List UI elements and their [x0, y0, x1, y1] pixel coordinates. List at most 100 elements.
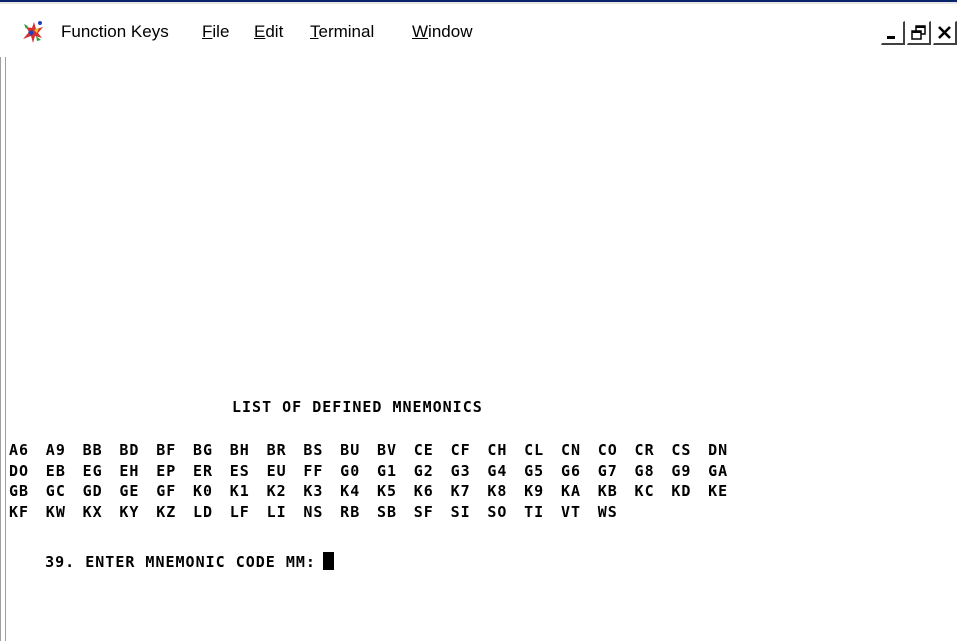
menu-window[interactable]: Window — [412, 22, 472, 42]
mnemonic-code: GE — [119, 482, 140, 500]
mnemonic-code: KF — [9, 502, 30, 521]
mnemonic-code: GC — [45, 482, 66, 500]
mnemonic-code: KE — [708, 482, 729, 500]
menu-edit-rest: dit — [265, 22, 284, 41]
mnemonic-row: DO EB EG EH EP ER ES EU FF G0 G1 G2 G3 G4 G5 G6 G7 G8 G9 GA — [9, 462, 745, 483]
mnemonic-code: CR — [634, 441, 655, 459]
mnemonic-code: G3 — [450, 461, 471, 480]
menu-terminal-rest: erminal — [318, 22, 375, 41]
mnemonic-code: K3 — [303, 482, 324, 500]
text-cursor — [322, 552, 334, 570]
mnemonic-code: WS — [597, 502, 618, 521]
mnemonic-code: TI — [524, 502, 545, 521]
mnemonic-code: CO — [597, 441, 618, 459]
mnemonic-code: EG — [82, 461, 103, 480]
mnemonic-row: KF KW KX KY KZ LD LF LI NS RB SB SF SI SO TI VT WS — [9, 503, 745, 524]
mnemonic-code: ES — [229, 461, 250, 480]
menu-function-keys[interactable]: Function Keys — [61, 22, 169, 42]
mnemonic-row: A6 A9 BB BD BF BG BH BR BS BU BV CE CF CH CL CN CO CR CS DN — [9, 441, 745, 462]
restore-button[interactable] — [907, 21, 931, 45]
close-icon — [938, 26, 951, 39]
mnemonic-code: A9 — [45, 441, 66, 459]
mnemonic-code: EB — [45, 461, 66, 480]
menu-edit-accel: E — [254, 22, 266, 41]
mnemonic-code: G5 — [524, 461, 545, 480]
mnemonic-code: BU — [340, 441, 361, 459]
menu-window-accel: W — [412, 22, 429, 41]
mnemonic-code: BG — [192, 441, 214, 459]
mnemonic-code: G8 — [634, 461, 655, 480]
mnemonic-code: SF — [413, 502, 434, 521]
mnemonic-code: K7 — [450, 482, 471, 500]
mnemonic-code: KB — [597, 482, 618, 500]
menu-edit[interactable]: Edit — [254, 22, 283, 42]
mnemonic-code: BR — [266, 441, 287, 459]
minimize-button[interactable] — [881, 21, 905, 45]
list-title: LIST OF DEFINED MNEMONICS — [232, 398, 483, 416]
mnemonic-code: GB — [9, 482, 30, 500]
mnemonic-code: KA — [560, 482, 582, 500]
menu-window-rest: indow — [428, 22, 473, 41]
mnemonic-code: CE — [413, 441, 434, 459]
mnemonic-code: KC — [634, 482, 655, 500]
mnemonic-code: DO — [9, 461, 30, 480]
mnemonic-code: G2 — [413, 461, 434, 480]
mnemonic-code: VT — [560, 502, 582, 521]
window-left-border — [0, 57, 6, 641]
mnemonic-code: BH — [229, 441, 250, 459]
mnemonic-code: BS — [303, 441, 324, 459]
mnemonic-code: G0 — [340, 461, 361, 480]
mnemonic-code: K0 — [192, 482, 214, 500]
colorful-swirl-app-icon[interactable] — [20, 19, 46, 45]
mnemonic-code: CF — [450, 441, 471, 459]
mnemonic-code: KZ — [156, 502, 177, 521]
mnemonic-code: BV — [376, 441, 398, 459]
mnemonic-code: K5 — [376, 482, 398, 500]
mnemonic-list: A6 A9 BB BD BF BG BH BR BS BU BV CE CF CH CL CN CO CR CS DN… — [9, 441, 745, 523]
mnemonic-code: BD — [119, 441, 140, 459]
mnemonic-code: A6 — [9, 441, 30, 459]
mnemonic-code: EH — [119, 461, 140, 480]
mnemonic-code: ER — [192, 461, 214, 480]
mnemonic-code: CS — [671, 441, 692, 459]
mnemonic-code: G6 — [560, 461, 582, 480]
mnemonic-row: GB GC GD GE GF K0 K1 K2 K3 K4 K5 K6 K7 K8 K9 KA KB KC KD KE — [9, 482, 745, 503]
mnemonic-code: SI — [450, 502, 471, 521]
mnemonic-code: BF — [156, 441, 177, 459]
window-controls — [879, 21, 957, 45]
mnemonic-code: G9 — [671, 461, 692, 480]
mnemonic-code: K2 — [266, 482, 287, 500]
mnemonic-code: LF — [229, 502, 250, 521]
menu-file[interactable]: File — [202, 22, 229, 42]
mnemonic-code: G1 — [376, 461, 398, 480]
mnemonic-code: KW — [45, 502, 66, 521]
mnemonic-code: GF — [156, 482, 177, 500]
mnemonic-code: DN — [708, 441, 729, 459]
mnemonic-code: G7 — [597, 461, 618, 480]
mnemonic-code: K6 — [413, 482, 434, 500]
menu-terminal[interactable]: Terminal — [310, 22, 374, 42]
menu-bar: Function Keys File Edit Terminal Window — [0, 4, 957, 57]
terminal-screen[interactable]: LIST OF DEFINED MNEMONICS A6 A9 BB BD BF BG BH… — [9, 57, 957, 641]
mnemonic-code: KD — [671, 482, 692, 500]
prompt-line: 39. ENTER MNEMONIC CODE MM: — [9, 534, 334, 589]
mnemonic-code: KX — [82, 502, 103, 521]
mnemonic-code: K9 — [524, 482, 545, 500]
mnemonic-code: GD — [82, 482, 103, 500]
menu-function-keys-label: Function Keys — [61, 22, 169, 41]
mnemonic-code: G4 — [487, 461, 508, 480]
close-button[interactable] — [933, 21, 957, 45]
menu-file-rest: ile — [212, 22, 230, 41]
mnemonic-code: FF — [303, 461, 324, 480]
menu-file-accel: F — [202, 22, 213, 41]
mnemonic-code: KY — [119, 502, 140, 521]
mnemonic-code: LD — [192, 502, 214, 521]
menu-terminal-accel: T — [310, 22, 319, 41]
mnemonic-code: CH — [487, 441, 508, 459]
mnemonic-code: EU — [266, 461, 287, 480]
minimize-icon — [887, 36, 895, 39]
mnemonic-code: LI — [266, 502, 287, 521]
mnemonic-code: SO — [487, 502, 508, 521]
prompt-label: 39. ENTER MNEMONIC CODE MM: — [45, 553, 316, 571]
mnemonic-code: K4 — [340, 482, 361, 500]
